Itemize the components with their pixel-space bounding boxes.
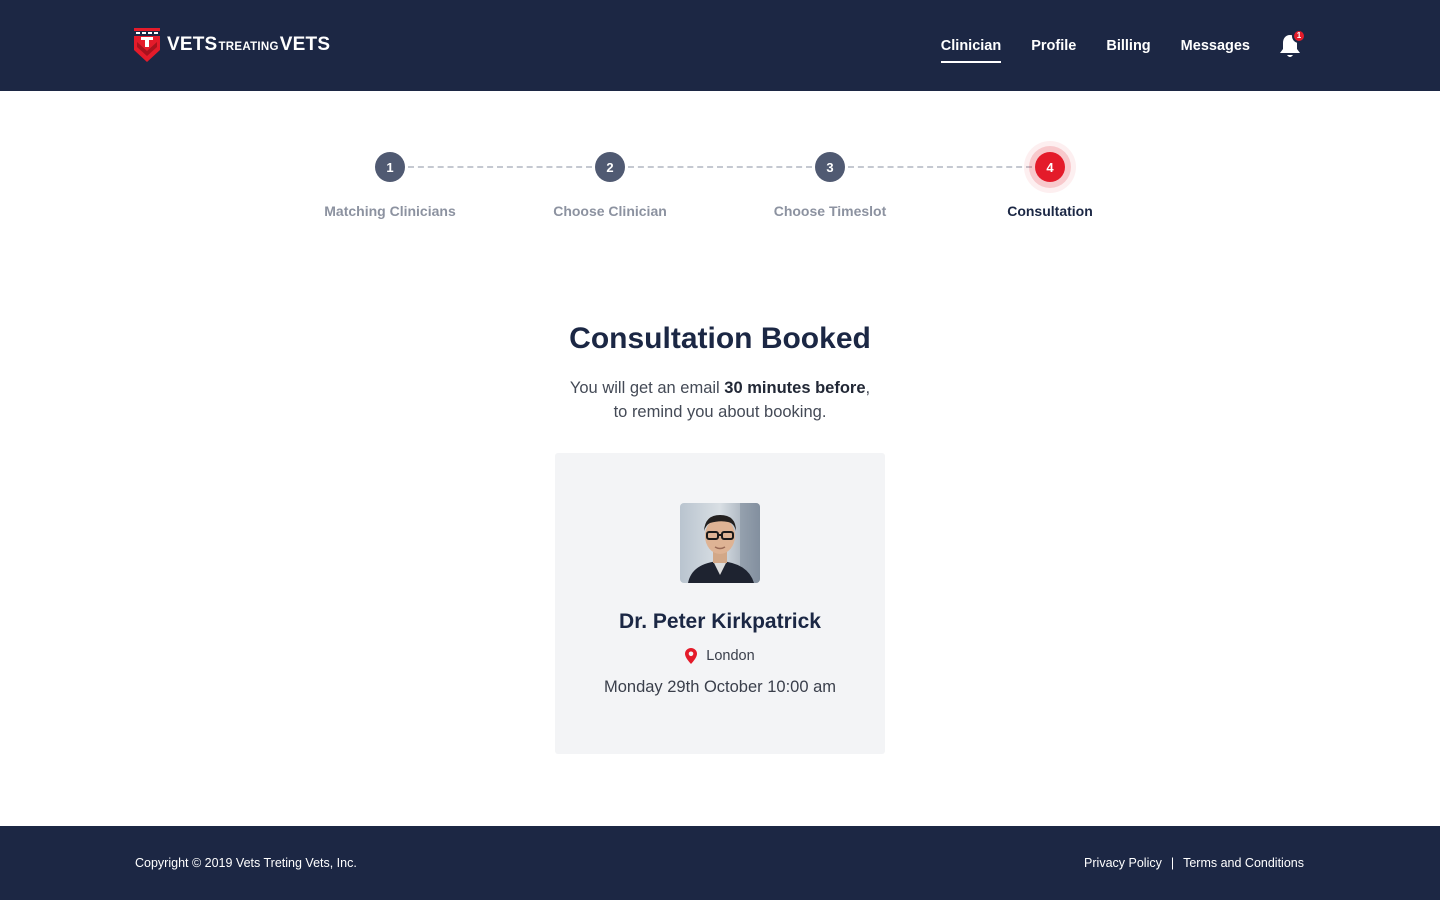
- step-2-circle[interactable]: 2: [595, 152, 625, 182]
- footer-links: Privacy Policy | Terms and Conditions: [1084, 856, 1304, 870]
- reminder-time: 30 minutes before: [724, 379, 866, 397]
- step-4-label: Consultation: [1007, 203, 1093, 219]
- booking-stepper: 1 2 3 4 Matching Clinicians Choose Clini…: [0, 140, 1440, 230]
- step-4-circle: 4: [1035, 152, 1065, 182]
- step-connector: [628, 166, 812, 168]
- page-title: Consultation Booked: [569, 322, 871, 355]
- location-text: London: [706, 648, 755, 664]
- step-3-label: Choose Timeslot: [773, 203, 887, 219]
- step-connector: [848, 166, 1032, 168]
- page-footer: Copyright © 2019 Vets Treting Vets, Inc.…: [0, 826, 1440, 900]
- notification-badge: 1: [1292, 28, 1306, 43]
- terms-link[interactable]: Terms and Conditions: [1183, 856, 1304, 870]
- logo[interactable]: VETSTREATINGVETS: [134, 28, 330, 62]
- nav-billing[interactable]: Billing: [1106, 32, 1150, 60]
- nav-clinician[interactable]: Clinician: [940, 32, 1002, 63]
- step-1-label: Matching Clinicians: [324, 203, 456, 219]
- clinician-location: London: [555, 648, 885, 664]
- step-1-circle[interactable]: 1: [375, 152, 405, 182]
- step-3-circle[interactable]: 3: [815, 152, 845, 182]
- shield-logo-icon: [134, 28, 160, 62]
- top-header: VETSTREATINGVETS Clinician Profile Billi…: [0, 0, 1440, 91]
- map-pin-icon: [685, 648, 698, 664]
- copyright-text: Copyright © 2019 Vets Treting Vets, Inc.: [135, 856, 357, 870]
- booking-summary-card: Dr. Peter Kirkpatrick London Monday 29th…: [555, 453, 885, 754]
- clinician-photo: [680, 503, 760, 583]
- appointment-datetime: Monday 29th October 10:00 am: [603, 678, 837, 696]
- notifications-button[interactable]: 1: [1278, 28, 1306, 59]
- privacy-policy-link[interactable]: Privacy Policy: [1084, 856, 1162, 870]
- main-nav: Clinician Profile Billing Messages 1: [911, 0, 1306, 91]
- nav-messages[interactable]: Messages: [1181, 32, 1250, 60]
- clinician-name: Dr. Peter Kirkpatrick: [619, 610, 821, 633]
- confirmation-message: You will get an email 30 minutes before,…: [569, 379, 871, 421]
- nav-profile[interactable]: Profile: [1031, 32, 1076, 60]
- logo-text: VETSTREATINGVETS: [167, 34, 331, 55]
- footer-separator: |: [1170, 856, 1175, 870]
- clinician-avatar: [680, 503, 760, 583]
- step-2-label: Choose Clinician: [553, 203, 667, 219]
- step-connector: [408, 166, 592, 168]
